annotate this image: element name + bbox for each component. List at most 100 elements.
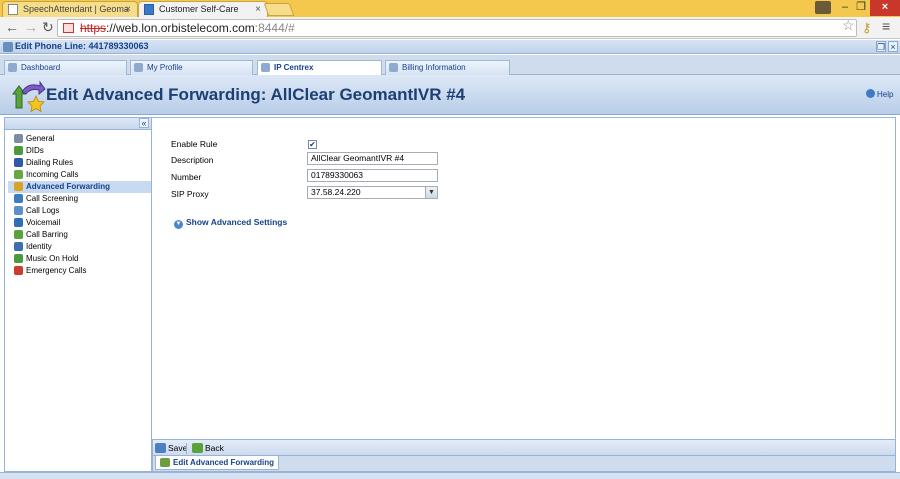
tab-billing-information[interactable]: Billing Information [385,60,510,75]
sidebar: « General DIDs Dialing Rules Incoming Calls… [4,117,152,472]
phone-line-icon [3,42,13,52]
tab-ip-centrex[interactable]: IP Centrex [257,60,382,76]
sip-proxy-value: 37.58.24.220 [311,187,361,197]
save-label: Save [168,443,188,453]
sidebar-item-label: Voicemail [26,218,61,227]
close-tab-icon[interactable]: × [125,2,131,17]
description-label: Description [171,155,214,165]
window-header: Edit Phone Line: 441789330063 ❐ × [0,40,900,54]
back-label: Back [205,443,224,453]
advanced-settings-label: Show Advanced Settings [186,217,288,227]
maximize-button[interactable]: ❐ [854,0,868,16]
close-tab-icon[interactable]: × [255,2,261,17]
sidebar-item-emergency-calls[interactable]: Emergency Calls [8,265,151,277]
form-toolbar: Save Back [152,439,896,456]
sidebar-nav: General DIDs Dialing Rules Incoming Calls Ad… [5,133,151,277]
bookmark-star-icon[interactable]: ☆ [842,17,855,34]
tab-dashboard[interactable]: Dashboard [4,60,127,75]
dialing-rules-icon [14,158,23,167]
forwarding-icon [12,80,46,112]
url-path: :8444/# [254,21,295,35]
forward-arrow-icon[interactable]: → [24,19,38,35]
close-window-button[interactable]: × [870,0,900,16]
enable-rule-checkbox[interactable]: ✔ [308,140,317,149]
sidebar-item-identity[interactable]: Identity [8,241,151,253]
music-icon [14,254,23,263]
new-tab-button[interactable] [263,3,295,16]
browser-titlebar: SpeechAttendant | Geoma × Customer Self-… [0,0,900,17]
close-window-icon[interactable]: × [888,41,898,52]
browser-tab-speechattendant[interactable]: SpeechAttendant | Geoma × [2,1,138,17]
url-input[interactable]: https://web.lon.orbistelecom.com:8444/# [57,19,857,37]
sidebar-item-label: Emergency Calls [26,266,87,275]
sidebar-item-music-on-hold[interactable]: Music On Hold [8,253,151,265]
show-advanced-settings-toggle[interactable]: ▼ Show Advanced Settings [174,217,287,229]
back-arrow-icon[interactable]: ← [5,19,19,35]
sidebar-item-label: General [26,134,55,143]
back-button[interactable]: Back [192,443,224,453]
restore-window-icon[interactable]: ❐ [876,41,886,52]
tab-my-profile[interactable]: My Profile [130,60,253,75]
sidebar-item-label: DIDs [26,146,44,155]
help-icon [866,89,875,98]
sidebar-item-label: Call Barring [26,230,68,239]
sidebar-item-label: Call Logs [26,206,60,215]
url-scheme: https [80,21,107,35]
sidebar-item-call-barring[interactable]: Call Barring [8,229,151,241]
collapse-sidebar-button[interactable]: « [139,118,149,128]
save-icon [155,443,166,453]
sip-proxy-select[interactable]: 37.58.24.220 ▼ [307,186,438,199]
sidebar-item-incoming-calls[interactable]: Incoming Calls [8,169,151,181]
billing-icon [389,63,398,72]
extension-icon[interactable]: ⚷ [862,20,872,35]
sidebar-item-label: Dialing Rules [26,158,74,167]
identity-icon [14,242,23,251]
gear-icon [14,134,23,143]
voicemail-icon [14,218,23,227]
sidebar-item-label: Incoming Calls [26,170,79,179]
url-host: ://web.lon.orbistelecom.com [106,21,255,35]
sidebar-item-advanced-forwarding[interactable]: Advanced Forwarding [8,181,151,193]
browser-tab-label: SpeechAttendant | Geoma [23,4,129,14]
bottom-tab-label: Edit Advanced Forwarding [173,458,275,467]
window-title: Edit Phone Line: 441789330063 [15,41,149,51]
sidebar-item-voicemail[interactable]: Voicemail [8,217,151,229]
sidebar-item-general[interactable]: General [8,133,151,145]
help-label: Help [877,90,894,99]
sidebar-item-call-screening[interactable]: Call Screening [8,193,151,205]
main-panel: Enable Rule ✔ Description AllClear Geoma… [152,117,896,439]
incoming-calls-icon [14,170,23,179]
page-header: Edit Advanced Forwarding: AllClear Geoma… [0,75,900,115]
user-profile-icon[interactable] [815,1,831,14]
profile-icon [134,63,143,72]
tab-label: IP Centrex [274,63,314,72]
call-barring-icon [14,230,23,239]
sidebar-item-dialing-rules[interactable]: Dialing Rules [8,157,151,169]
sidebar-item-label: Identity [26,242,52,251]
chevron-down-icon[interactable]: ▼ [425,187,437,198]
tab-label: My Profile [147,63,183,72]
bottom-tab-strip: Edit Advanced Forwarding [152,456,896,472]
minimize-button[interactable]: – [838,0,852,16]
sidebar-item-call-logs[interactable]: Call Logs [8,205,151,217]
menu-icon[interactable]: ≡ [882,18,890,34]
back-arrow-icon [192,443,203,453]
sidebar-item-label: Music On Hold [26,254,79,263]
number-field[interactable]: 01789330063 [307,169,438,182]
browser-tab-customer-self-care[interactable]: Customer Self-Care × [138,1,268,17]
app-favicon-icon [144,4,154,15]
insecure-lock-icon[interactable] [63,23,74,33]
tab-label: Billing Information [402,63,466,72]
call-logs-icon [14,206,23,215]
tab-edit-advanced-forwarding[interactable]: Edit Advanced Forwarding [155,456,279,470]
address-bar: ← → ↻ https://web.lon.orbistelecom.com:8… [0,17,900,39]
help-button[interactable]: Help [866,89,893,99]
sidebar-item-dids[interactable]: DIDs [8,145,151,157]
forwarding-icon [160,458,170,467]
reload-icon[interactable]: ↻ [42,19,54,36]
save-button[interactable]: Save [155,443,187,453]
dashboard-icon [8,63,17,72]
description-field[interactable]: AllClear GeomantIVR #4 [307,152,438,165]
sip-proxy-label: SIP Proxy [171,189,209,199]
sidebar-item-label: Advanced Forwarding [26,182,111,191]
